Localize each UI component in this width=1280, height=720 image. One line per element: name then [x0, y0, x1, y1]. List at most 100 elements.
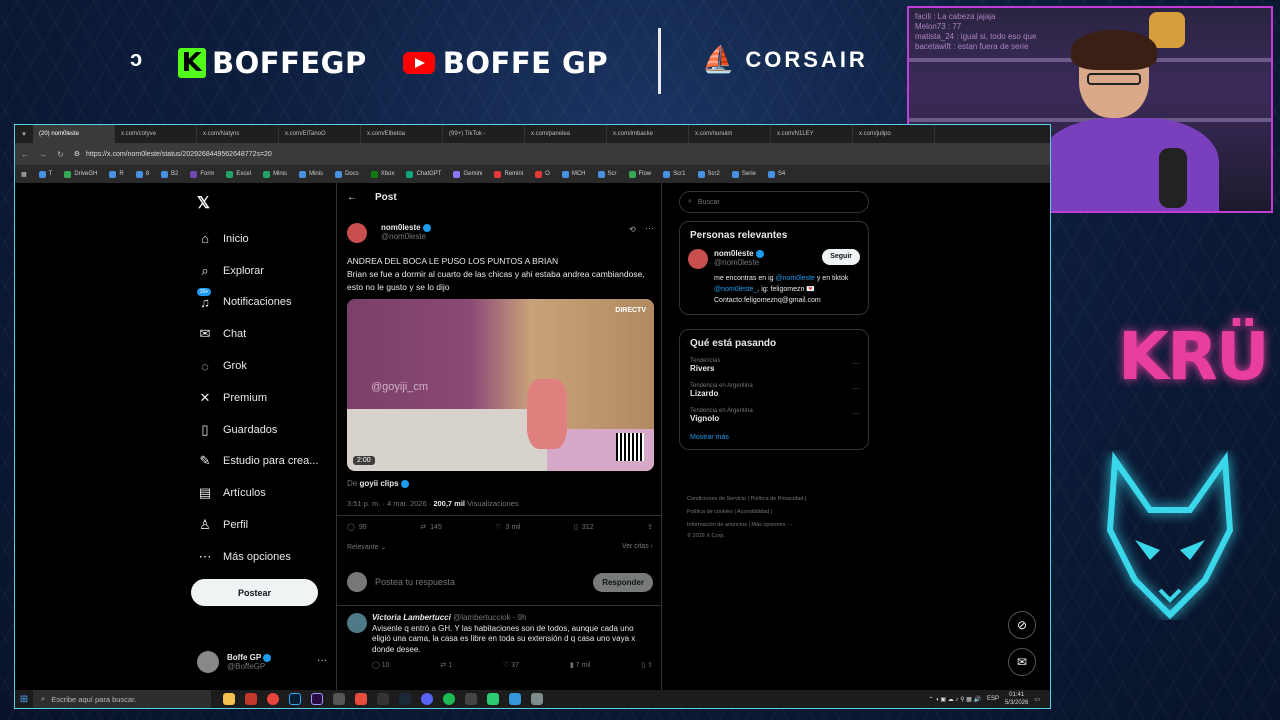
sidebar-item-notificaciones[interactable]: ♫ 20+ Notificaciones: [197, 287, 318, 319]
bookmark[interactable]: ChatGPT: [406, 170, 441, 178]
reply-input[interactable]: Postea tu respuesta: [375, 577, 593, 587]
tab[interactable]: x.com/imbacke: [607, 125, 689, 143]
bookmark[interactable]: B2: [161, 170, 178, 178]
app-icon[interactable]: [333, 693, 345, 705]
like-action[interactable]: ♡ 3 mil: [495, 523, 520, 532]
bookmark[interactable]: Flow: [628, 170, 651, 178]
file-explorer-icon[interactable]: [223, 693, 235, 705]
footer-links[interactable]: Información de anuncios | Más opciones ·…: [687, 519, 867, 532]
grok-fab-icon[interactable]: ⊘: [1008, 611, 1036, 639]
bookmark[interactable]: Minis: [299, 170, 323, 178]
sidebar-item-explorar[interactable]: ⌕ Explorar: [197, 255, 318, 287]
clock[interactable]: 01:41 5/3/2026: [1005, 691, 1028, 707]
bookmark-action[interactable]: ▯ 312: [574, 523, 594, 532]
app-icon[interactable]: [487, 693, 499, 705]
tab[interactable]: x.com/Natyns: [197, 125, 279, 143]
search-input[interactable]: ⌕ Buscar: [679, 191, 869, 213]
bookmark[interactable]: DriveGH: [64, 170, 97, 178]
discord-icon[interactable]: [421, 693, 433, 705]
bookmark[interactable]: Remini: [494, 170, 523, 178]
forward-icon[interactable]: →: [39, 150, 47, 159]
app-icon[interactable]: [355, 693, 367, 705]
bookmark[interactable]: Minis: [263, 170, 287, 178]
bookmark[interactable]: O: [535, 170, 550, 178]
notifications-icon[interactable]: ▭: [1034, 696, 1040, 703]
bookmark[interactable]: Scr1: [663, 170, 686, 178]
bookmark[interactable]: T: [38, 170, 52, 178]
bio-link[interactable]: @nom0leste: [776, 275, 815, 282]
bookmark[interactable]: S4: [767, 170, 785, 178]
footer-links[interactable]: Condiciones de Servicio | Política de Pr…: [687, 493, 867, 506]
tab[interactable]: x.com/nunuim: [689, 125, 771, 143]
reply-action[interactable]: ◯ 10: [372, 661, 390, 669]
more-icon[interactable]: ···: [852, 409, 860, 418]
tab[interactable]: x.com/Elbetoa: [361, 125, 443, 143]
settings-icon[interactable]: [531, 693, 543, 705]
share-icon[interactable]: ⇪: [647, 523, 653, 531]
footer-links[interactable]: Política de cookies | Accesibilidad |: [687, 506, 867, 519]
photoshop-icon[interactable]: [289, 693, 301, 705]
back-arrow-icon[interactable]: ←: [347, 192, 357, 203]
trend-item[interactable]: Tendencias Rivers ···: [680, 353, 868, 378]
trend-item[interactable]: Tendencia en Argentina Vignolo ···: [680, 403, 868, 428]
relevant-person[interactable]: nom0leste @nom0leste Seguir: [680, 245, 868, 269]
steam-icon[interactable]: [399, 693, 411, 705]
post-video[interactable]: @goyiji_cm DIRECTV 2:00: [347, 299, 654, 471]
reply-item[interactable]: Victoria Lambertucci @lambertucciok · 9h…: [347, 613, 653, 669]
sidebar-item-guardados[interactable]: ▯ Guardados: [197, 414, 318, 446]
sidebar-item-chat[interactable]: ✉ Chat: [197, 318, 318, 350]
tab[interactable]: x.com/N1LEY: [771, 125, 853, 143]
follow-button[interactable]: Seguir: [822, 249, 860, 265]
spotify-icon[interactable]: [443, 693, 455, 705]
site-info-icon[interactable]: ⚙: [74, 150, 80, 158]
grok-icon[interactable]: ⟲: [629, 225, 636, 234]
tab[interactable]: x.com/cotyve: [115, 125, 197, 143]
sidebar-item-grok[interactable]: ◌ Grok: [197, 350, 318, 382]
repost-action[interactable]: ⇄ 145: [420, 523, 442, 532]
post-button[interactable]: Postear: [191, 579, 318, 606]
tray-icons[interactable]: ⌃ ◑ ▣ ☁ ♪ ⚲ ▦ 🔊: [928, 696, 981, 703]
bio-link[interactable]: @nom0leste_: [714, 286, 757, 293]
sidebar-item-mas-opciones[interactable]: ⋯ Más opciones: [197, 541, 318, 573]
language-indicator[interactable]: ESP: [987, 696, 999, 702]
tab[interactable]: x.com/ElTanoO: [279, 125, 361, 143]
url-field[interactable]: https://x.com/nom0leste/status/202926844…: [86, 151, 272, 158]
sidebar-item-perfil[interactable]: ♙ Perfil: [197, 509, 318, 541]
app-icon[interactable]: [509, 693, 521, 705]
bookmark[interactable]: Form: [190, 170, 214, 178]
bookmark[interactable]: 8: [135, 170, 149, 178]
premiere-icon[interactable]: [311, 693, 323, 705]
sidebar-item-articulos[interactable]: ▤ Artículos: [197, 477, 318, 509]
reply-action[interactable]: ◯ 95: [347, 523, 367, 532]
more-icon[interactable]: ···: [317, 655, 327, 666]
view-quotes-link[interactable]: Ver citas ›: [622, 543, 653, 551]
more-icon[interactable]: ⋯: [645, 223, 654, 234]
tab-list-button[interactable]: ▾: [15, 125, 33, 143]
app-icon[interactable]: [245, 693, 257, 705]
tab[interactable]: x.com/panelea: [525, 125, 607, 143]
chrome-icon[interactable]: [267, 693, 279, 705]
more-icon[interactable]: ···: [852, 384, 860, 393]
repost-action[interactable]: ⇄ 1: [440, 661, 452, 669]
tab[interactable]: x.com/julipo: [853, 125, 935, 143]
bookmark-icon[interactable]: ▯ ⇪: [641, 661, 653, 669]
like-action[interactable]: ♡ 37: [503, 661, 519, 669]
app-icon[interactable]: [377, 693, 389, 705]
bookmark[interactable]: Scr: [597, 170, 617, 178]
source-link[interactable]: goyii clips: [359, 479, 398, 488]
account-switcher[interactable]: Boffe GP @BoffeGP ···: [197, 651, 327, 673]
reply-button[interactable]: Responder: [593, 572, 653, 592]
views-action[interactable]: ▮ 7 mil: [570, 661, 591, 669]
tab[interactable]: (20) nom0leste: [33, 125, 115, 143]
sidebar-item-premium[interactable]: ✕ Premium: [197, 382, 318, 414]
messages-fab-icon[interactable]: ✉: [1008, 648, 1036, 676]
bookmark[interactable]: R: [109, 170, 124, 178]
bookmark[interactable]: Excel: [226, 170, 251, 178]
trend-item[interactable]: Tendencia en Argentina Lizardo ···: [680, 378, 868, 403]
bookmark[interactable]: Gemini: [453, 170, 482, 178]
taskbar-search[interactable]: ⌕ Escribe aquí para buscar.: [33, 690, 211, 708]
sort-dropdown[interactable]: Relevante ⌄: [347, 543, 386, 551]
reload-icon[interactable]: ↻: [57, 150, 64, 159]
bookmark[interactable]: MCH: [561, 170, 586, 178]
app-icon[interactable]: [465, 693, 477, 705]
